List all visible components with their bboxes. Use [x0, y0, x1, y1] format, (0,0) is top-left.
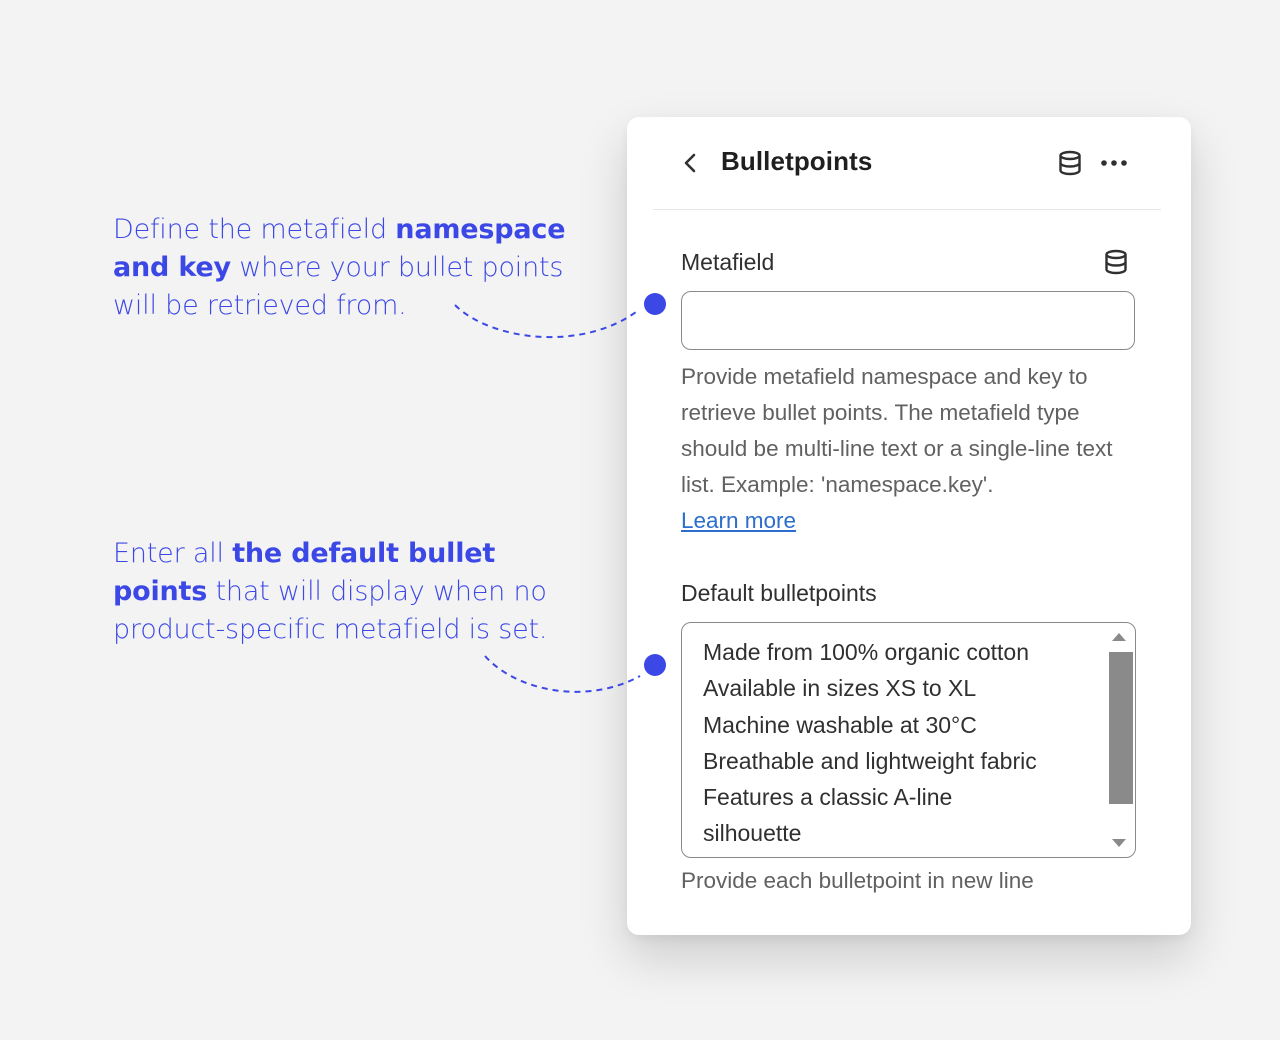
- database-icon: [1105, 249, 1127, 275]
- metafield-source-button[interactable]: [1101, 247, 1131, 277]
- scroll-up-arrow-icon[interactable]: [1112, 633, 1126, 641]
- bulletpoint-line: silhouette: [703, 820, 802, 847]
- scroll-thumb[interactable]: [1109, 652, 1133, 804]
- textarea-scrollbar[interactable]: [1107, 623, 1135, 857]
- default-bulletpoints-label: Default bulletpoints: [681, 580, 877, 606]
- annotation-default-bulletpoints: Enter all the default bullet points that…: [113, 535, 593, 649]
- metafield-input[interactable]: [681, 291, 1135, 350]
- default-bulletpoints-textarea[interactable]: Made from 100% organic cotton Available …: [681, 622, 1136, 858]
- more-horizontal-icon: [1101, 160, 1127, 166]
- metafield-help-text: Provide metafield namespace and key to r…: [681, 359, 1151, 539]
- textarea-content: Made from 100% organic cotton Available …: [703, 634, 1103, 852]
- bulletpoint-line: Machine washable at 30°C: [703, 711, 977, 738]
- annotation-metafield: Define the metafield namespace and key w…: [113, 211, 583, 325]
- bulletpoint-line: Breathable and lightweight fabric: [703, 747, 1037, 774]
- bulletpoint-line: Available in sizes XS to XL: [703, 675, 977, 702]
- more-options-button[interactable]: [1099, 148, 1129, 178]
- panel-header: Bulletpoints: [627, 117, 1191, 209]
- metafield-label: Metafield: [681, 249, 775, 275]
- connector-line-default: [484, 655, 641, 693]
- annotation-metafield-pre: Define the metafield: [113, 214, 396, 245]
- default-bulletpoints-help-text: Provide each bulletpoint in new line: [681, 868, 1034, 893]
- panel-title: Bulletpoints: [721, 146, 873, 176]
- bulletpoint-line: Features a classic A-line: [703, 784, 953, 811]
- metafield-help: Provide metafield namespace and key to r…: [681, 364, 1113, 497]
- header-divider: [653, 209, 1161, 210]
- chevron-left-icon: [684, 153, 696, 173]
- learn-more-link[interactable]: Learn more: [681, 508, 796, 533]
- bulletpoint-line: Made from 100% organic cotton: [703, 639, 1030, 665]
- back-button[interactable]: [677, 149, 705, 177]
- dynamic-source-button[interactable]: [1056, 148, 1084, 178]
- database-icon: [1059, 150, 1081, 176]
- annotation-default-pre: Enter all: [113, 538, 233, 569]
- settings-panel: Bulletpoints Metafield Provide metafield…: [627, 117, 1191, 935]
- scroll-down-arrow-icon[interactable]: [1112, 839, 1126, 847]
